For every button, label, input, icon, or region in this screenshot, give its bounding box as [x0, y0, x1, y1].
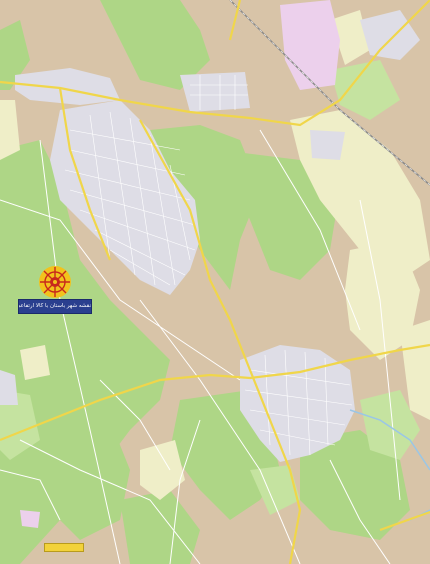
map-view[interactable]: نقشه شهر باستان با کالا ارتفاعی	[0, 0, 430, 564]
city-emblem-icon	[39, 266, 71, 298]
map-title-banner: نقشه شهر باستان با کالا ارتفاعی	[18, 299, 92, 314]
industrial-zone-small	[20, 510, 40, 528]
credit-logo	[44, 543, 84, 552]
